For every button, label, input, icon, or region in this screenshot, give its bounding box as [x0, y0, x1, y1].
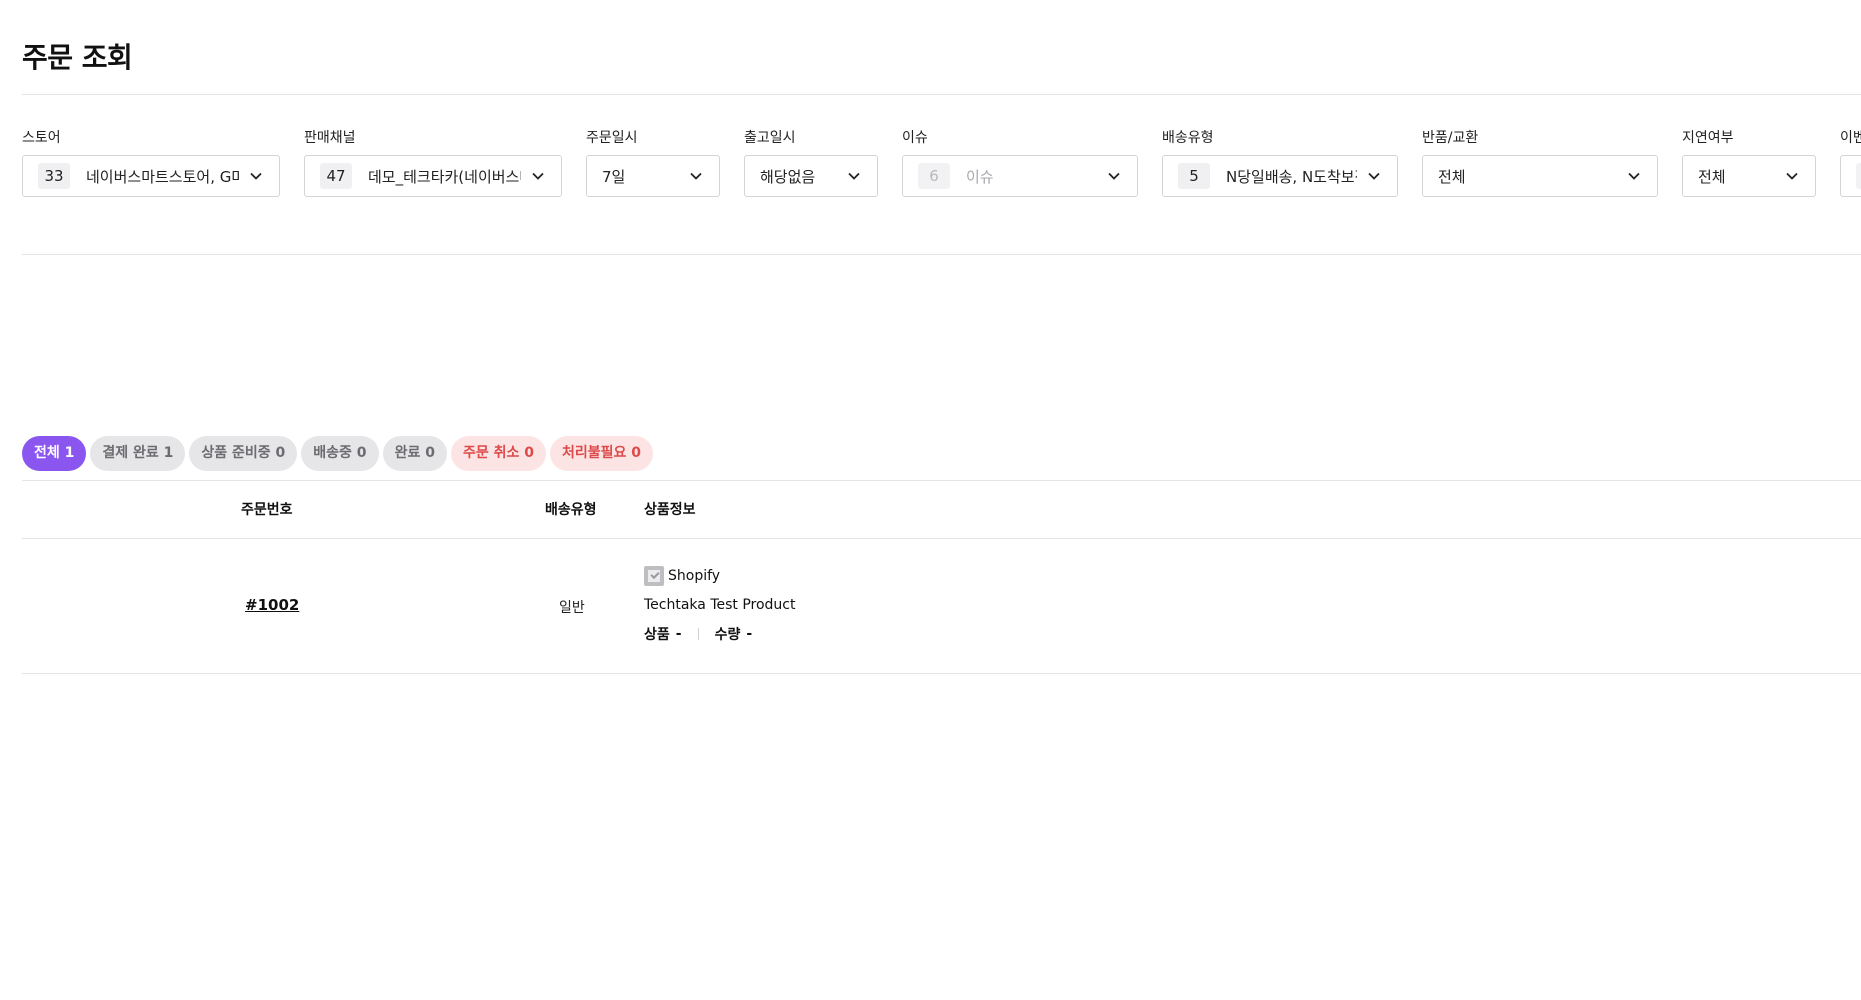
order-date-select[interactable]: 7일 — [586, 155, 720, 197]
order-number-link[interactable]: #1002 — [245, 596, 299, 614]
selected-value: N당일배송, N도착보장, 일반 — [1226, 167, 1357, 186]
chevron-down-icon — [690, 172, 702, 180]
chevron-down-icon — [848, 172, 860, 180]
filter-label: 주문일시 — [586, 130, 638, 146]
page-title: 주문 조회 — [22, 41, 133, 74]
filter-label: 이벤트 — [1840, 130, 1861, 146]
product-label: 상품 — [644, 627, 670, 643]
status-tabs: 전체 1 결제 완료 1 상품 준비중 0 배송중 0 완료 0 주문 취소 0… — [22, 436, 653, 471]
store-select[interactable]: 33 네이버스마트스토어, G마켓, 옥션, 쿠팡 — [22, 155, 280, 197]
filter-label: 반품/교환 — [1422, 130, 1479, 146]
column-header-product-info: 상품정보 — [644, 502, 696, 518]
product-info: Shopify Techtaka Test Product 상품 - 수량 - — [644, 565, 796, 644]
selected-value: 데모_테크타카(네이버스마트스토어) — [368, 167, 521, 186]
shop-line: Shopify — [644, 565, 796, 587]
selected-count-badge: 5 — [1178, 163, 1210, 189]
selected-value: 이슈 — [966, 167, 994, 186]
selected-value: 전체 — [1438, 167, 1466, 186]
filter-bar: 스토어 33 네이버스마트스토어, G마켓, 옥션, 쿠팡 판매채널 47 데모… — [22, 128, 1861, 198]
filter-event: 이벤트 0 — [1840, 128, 1861, 197]
selected-count-badge: 33 — [38, 163, 70, 189]
title-divider — [22, 94, 1861, 95]
chevron-down-icon — [1628, 172, 1640, 180]
selected-value: 7일 — [602, 167, 626, 186]
filter-label: 지연여부 — [1682, 130, 1734, 146]
ship-type-value: 일반 — [559, 600, 585, 616]
selected-value: 전체 — [1698, 167, 1726, 186]
row-divider — [22, 673, 1861, 674]
tab-payment-complete[interactable]: 결제 완료 1 — [90, 436, 186, 471]
sales-channel-select[interactable]: 47 데모_테크타카(네이버스마트스토어) — [304, 155, 562, 197]
product-meta: 상품 - 수량 - — [644, 624, 796, 644]
filter-store: 스토어 33 네이버스마트스토어, G마켓, 옥션, 쿠팡 — [22, 128, 280, 197]
table-row: #1002 일반 Shopify Techtaka Test Product 상… — [0, 539, 1861, 673]
meta-divider — [697, 628, 699, 640]
filter-sales-channel: 판매채널 47 데모_테크타카(네이버스마트스토어) — [304, 128, 562, 197]
filter-label: 스토어 — [22, 130, 61, 146]
tab-order-cancelled[interactable]: 주문 취소 0 — [450, 436, 546, 471]
filter-label: 출고일시 — [744, 130, 796, 146]
tab-complete[interactable]: 완료 0 — [382, 436, 447, 471]
selected-count-badge: 0 — [1856, 163, 1861, 189]
chevron-down-icon — [1786, 172, 1798, 180]
delay-select[interactable]: 전체 — [1682, 155, 1816, 197]
filter-shipment-date: 출고일시 해당없음 — [744, 128, 878, 197]
chevron-down-icon — [1108, 172, 1120, 180]
selected-count-badge: 47 — [320, 163, 352, 189]
filter-label: 이슈 — [902, 130, 928, 146]
shop-name: Shopify — [668, 568, 721, 584]
tab-no-action-needed[interactable]: 처리불필요 0 — [549, 436, 653, 471]
filter-delay: 지연여부 전체 — [1682, 128, 1816, 197]
tab-shipping[interactable]: 배송중 0 — [301, 436, 379, 471]
chevron-down-icon — [532, 172, 544, 180]
filter-divider — [22, 254, 1861, 255]
chevron-down-icon — [1368, 172, 1380, 180]
delivery-type-select[interactable]: 5 N당일배송, N도착보장, 일반 — [1162, 155, 1398, 197]
shop-logo-icon — [644, 566, 664, 586]
event-select[interactable]: 0 — [1840, 155, 1861, 197]
filter-order-date: 주문일시 7일 — [586, 128, 720, 197]
filter-label: 판매채널 — [304, 130, 356, 146]
chevron-down-icon — [250, 172, 262, 180]
column-header-order-no: 주문번호 — [241, 502, 293, 518]
product-value: - — [675, 626, 682, 642]
tabs-divider — [22, 480, 1861, 481]
filter-delivery-type: 배송유형 5 N당일배송, N도착보장, 일반 — [1162, 128, 1398, 197]
tab-all[interactable]: 전체 1 — [22, 436, 87, 471]
selected-value: 네이버스마트스토어, G마켓, 옥션, 쿠팡 — [86, 167, 239, 186]
shipment-date-select[interactable]: 해당없음 — [744, 155, 878, 197]
selected-value: 해당없음 — [760, 167, 816, 186]
table-header: 주문번호 배송유형 상품정보 — [0, 499, 1861, 519]
filter-return-exchange: 반품/교환 전체 — [1422, 128, 1658, 197]
quantity-label: 수량 — [714, 627, 741, 643]
quantity-value: - — [746, 626, 753, 642]
selected-count-badge: 6 — [918, 163, 950, 189]
filter-issue: 이슈 6 이슈 — [902, 128, 1138, 197]
column-header-ship-type: 배송유형 — [545, 502, 597, 518]
issue-select[interactable]: 6 이슈 — [902, 155, 1138, 197]
return-exchange-select[interactable]: 전체 — [1422, 155, 1658, 197]
product-name: Techtaka Test Product — [644, 597, 796, 613]
filter-label: 배송유형 — [1162, 130, 1214, 146]
tab-preparing[interactable]: 상품 준비중 0 — [189, 436, 298, 471]
